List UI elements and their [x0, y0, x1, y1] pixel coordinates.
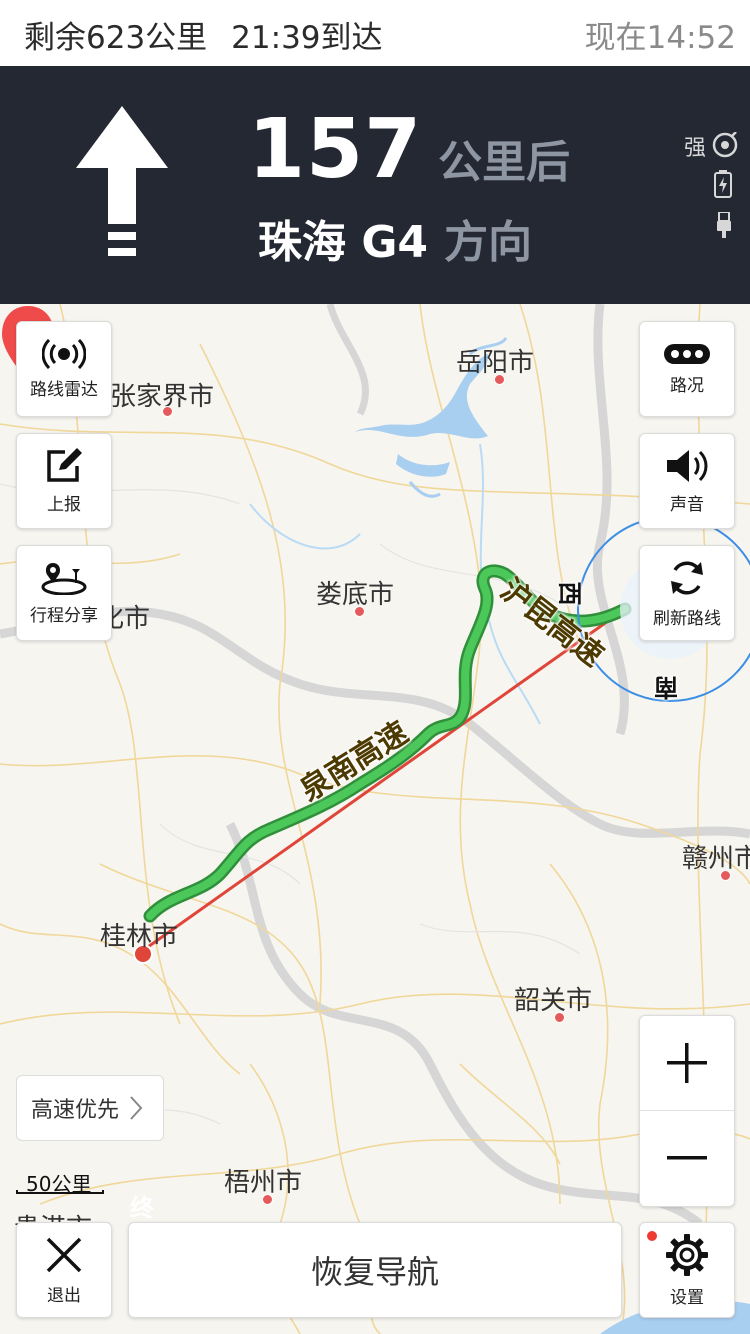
sound-label: 声音 — [670, 494, 704, 515]
city-dot — [494, 374, 505, 385]
city-dot — [262, 1194, 273, 1205]
distance-value: 157 — [248, 102, 423, 197]
zoom-out-button[interactable] — [640, 1111, 734, 1205]
route-preference-label: 高速优先 — [31, 1098, 120, 1123]
status-bar: 剩余623公里 21:39到达 现在14:52 — [0, 0, 750, 67]
route-preference-button[interactable]: 高速优先 — [16, 1075, 164, 1141]
city-dot — [354, 606, 365, 617]
city-label: 韶关市 — [514, 986, 593, 1016]
city-label: 桂林市 — [100, 922, 179, 952]
notification-dot — [647, 1231, 657, 1241]
map-canvas — [0, 304, 750, 1334]
city-dot — [554, 1012, 565, 1023]
next-road: 珠海 G4 方向 — [258, 206, 532, 270]
plus-icon — [667, 1043, 707, 1083]
city-label: 岳阳市 — [456, 348, 535, 378]
compass-south: 南 — [654, 673, 678, 701]
trip-share-icon — [41, 562, 87, 595]
road-name: 珠海 G4 — [258, 217, 429, 268]
refresh-route-label: 刷新路线 — [653, 608, 721, 629]
scale-bar — [16, 1190, 104, 1194]
city-dot — [720, 870, 731, 881]
route-radar-label: 路线雷达 — [30, 379, 98, 400]
report-label: 上报 — [47, 494, 81, 515]
next-maneuver-distance: 157 公里后 — [248, 102, 570, 197]
city-label: 梧州市 — [224, 1168, 303, 1198]
resume-navigation-button[interactable]: 恢复导航 — [128, 1222, 622, 1318]
gps-strength-label: 强 — [684, 136, 707, 161]
traffic-icon — [664, 343, 710, 364]
radar-icon — [42, 338, 86, 369]
gps-signal-icon — [712, 132, 738, 158]
remaining-distance: 剩余623公里 — [24, 20, 208, 56]
report-button[interactable]: 上报 — [16, 433, 112, 529]
edit-icon — [47, 447, 82, 482]
traffic-label: 路况 — [670, 375, 704, 396]
trip-share-button[interactable]: 行程分享 — [16, 545, 112, 641]
refresh-route-button[interactable]: 刷新路线 — [639, 545, 735, 641]
minus-icon — [667, 1156, 707, 1160]
city-label: 娄底市 — [316, 580, 395, 610]
sound-button[interactable]: 声音 — [639, 433, 735, 529]
map-scale: 50公里 — [16, 1168, 106, 1196]
map-view[interactable]: 岳阳市 张家界市 娄底市 化市 赣州市 桂林市 韶关市 梧州市 贵港市 泉南高速… — [0, 304, 750, 1334]
city-label: 赣州市 — [682, 844, 750, 874]
zoom-control — [639, 1015, 735, 1207]
close-icon — [46, 1237, 82, 1272]
guidance-panel: 157 公里后 珠海 G4 方向 强 — [0, 66, 750, 304]
road-direction: 方向 — [444, 217, 533, 268]
settings-label: 设置 — [670, 1287, 704, 1308]
city-dot — [162, 406, 173, 417]
trip-share-label: 行程分享 — [30, 605, 98, 626]
zoom-in-button[interactable] — [640, 1016, 734, 1110]
current-time: 现在14:52 — [584, 20, 736, 56]
gear-icon — [666, 1233, 708, 1276]
chevron-right-icon — [130, 1096, 143, 1120]
usb-icon — [717, 212, 731, 238]
trip-summary: 剩余623公里 21:39到达 — [24, 12, 383, 57]
straight-arrow-icon — [76, 106, 168, 256]
arrival-time: 21:39到达 — [231, 20, 383, 56]
refresh-icon — [671, 561, 703, 594]
distance-unit: 公里后 — [438, 137, 571, 188]
compass-west: 西 — [555, 581, 584, 606]
exit-button[interactable]: 退出 — [16, 1222, 112, 1318]
traffic-button[interactable]: 路况 — [639, 321, 735, 417]
speaker-icon — [667, 449, 708, 482]
destination-label: 终 — [130, 1194, 154, 1222]
exit-label: 退出 — [47, 1285, 81, 1306]
route-radar-button[interactable]: 路线雷达 — [16, 321, 112, 417]
battery-charging-icon — [714, 170, 732, 198]
